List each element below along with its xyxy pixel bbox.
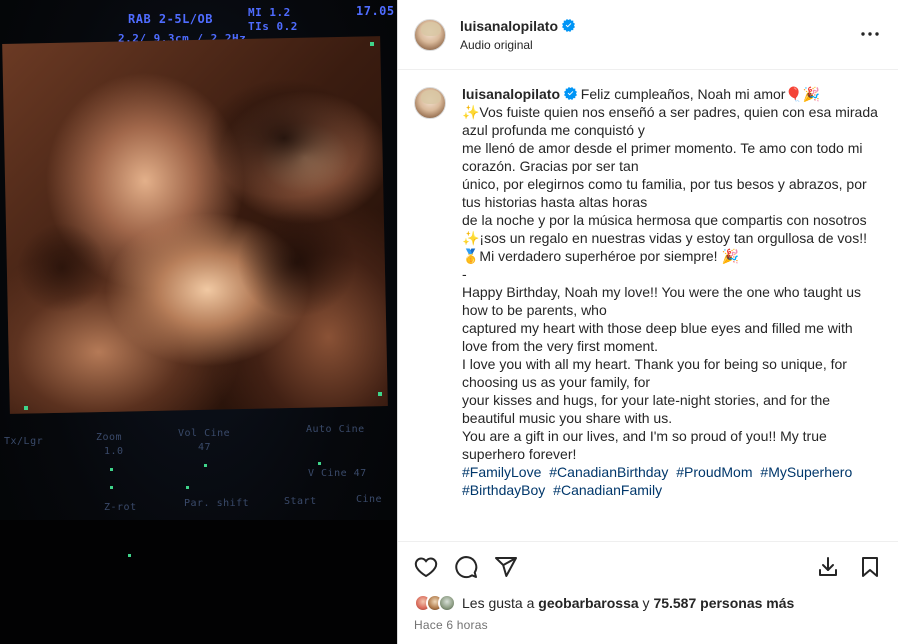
hashtag-link[interactable]: #CanadianBirthday <box>549 464 668 480</box>
caption-line: Happy Birthday, Noah my love!! You were … <box>462 284 861 318</box>
likes-and: y <box>642 595 650 611</box>
likes-prefix: Les gusta a <box>462 595 535 611</box>
scan-label-mi: MI 1.2 <box>248 6 291 19</box>
hashtag-link[interactable]: #ProudMom <box>676 464 752 480</box>
scan-dot <box>186 486 189 489</box>
post-header: luisanalopilato Audio original <box>398 0 898 70</box>
post-caption: luisanalopilato Feliz cumpleaños, Noah m… <box>462 85 882 540</box>
author-username[interactable]: luisanalopilato <box>460 18 558 34</box>
hashtag-link[interactable]: #CanadianFamily <box>553 482 662 498</box>
author-row: luisanalopilato <box>460 18 576 34</box>
scan-dot <box>128 554 131 557</box>
heart-icon[interactable] <box>412 553 440 581</box>
hashtag-link[interactable]: #MySuperhero <box>760 464 852 480</box>
caption-line: - <box>462 266 467 282</box>
scan-control-area <box>0 520 397 644</box>
scan-control-volcine: Vol Cine <box>178 428 231 439</box>
more-options-icon[interactable] <box>858 22 882 46</box>
scan-label-tis: TIs 0.2 <box>248 20 298 33</box>
scan-control-autocine: Auto Cine <box>306 424 365 435</box>
scan-control-start: Start <box>284 496 317 507</box>
caption-line: your kisses and hugs, for your late-nigh… <box>462 392 831 426</box>
hashtag-list: #FamilyLove #CanadianBirthday #ProudMom … <box>462 463 882 499</box>
ultrasound-3d-image <box>2 36 388 414</box>
verified-badge-icon <box>563 87 577 100</box>
bookmark-icon[interactable] <box>856 553 884 581</box>
scan-dot <box>110 468 113 471</box>
caption-username[interactable]: luisanalopilato <box>462 86 560 102</box>
hashtag-link[interactable]: #BirthdayBoy <box>462 482 545 498</box>
scan-label-time: 17.05 <box>356 4 395 18</box>
comment-icon[interactable] <box>452 553 480 581</box>
caption-line: de la noche y por la música hermosa que … <box>462 212 867 228</box>
hashtag-link[interactable]: #FamilyLove <box>462 464 541 480</box>
caption-section: luisanalopilato Feliz cumpleaños, Noah m… <box>398 71 898 540</box>
instagram-post-view: RAB 2-5L/OB MI 1.2 17.05 2.2/ 9.3cm / 2.… <box>0 0 898 644</box>
scan-corner-marker <box>370 42 374 46</box>
scan-dot <box>110 486 113 489</box>
caption-first-line: luisanalopilato Feliz cumpleaños, Noah m… <box>462 85 882 103</box>
liker-avatar[interactable] <box>438 594 456 612</box>
post-timestamp[interactable]: Hace 6 horas <box>414 618 488 632</box>
likes-summary: Les gusta a geobarbarossa y 75.587 perso… <box>414 594 794 612</box>
post-sidebar: luisanalopilato Audio original luisanalo… <box>397 0 898 644</box>
post-actions-bar <box>398 541 898 591</box>
scan-control-cine: Cine <box>356 494 383 505</box>
scan-control-parshift: Par. shift <box>184 498 250 509</box>
caption-line: único, por elegirnos como tu familia, po… <box>462 176 867 210</box>
caption-line: 🥇Mi verdadero superhéroe por siempre! 🎉 <box>462 248 739 264</box>
scan-label-probe: RAB 2-5L/OB <box>128 12 213 26</box>
download-icon[interactable] <box>814 553 842 581</box>
caption-line: I love you with all my heart. Thank you … <box>462 356 847 390</box>
scan-corner-marker <box>24 406 28 410</box>
scan-control-zrot: Z-rot <box>104 502 137 513</box>
scan-dot <box>318 462 321 465</box>
scan-dot <box>204 464 207 467</box>
caption-first-text: Feliz cumpleaños, Noah mi amor🎈🎉 <box>580 86 821 102</box>
liker-avatars <box>414 594 456 612</box>
share-icon[interactable] <box>492 553 520 581</box>
post-actions-right <box>814 553 884 581</box>
caption-line: ✨¡sos un regalo en nuestras vidas y esto… <box>462 230 867 246</box>
scan-control-label: Tx/Lgr <box>4 436 44 447</box>
author-info: luisanalopilato Audio original <box>460 18 576 52</box>
caption-author-avatar[interactable] <box>414 87 446 119</box>
scan-control-vcine: V Cine 47 <box>308 468 367 479</box>
audio-label[interactable]: Audio original <box>460 38 575 52</box>
likes-count[interactable]: 75.587 personas más <box>653 595 794 611</box>
post-media[interactable]: RAB 2-5L/OB MI 1.2 17.05 2.2/ 9.3cm / 2.… <box>0 0 397 644</box>
caption-line: You are a gift in our lives, and I'm so … <box>462 428 827 462</box>
liker-username[interactable]: geobarbarossa <box>538 595 638 611</box>
verified-badge-icon <box>562 19 576 32</box>
caption-line: ✨Vos fuiste quien nos enseñó a ser padre… <box>462 104 878 138</box>
caption-line: captured my heart with those deep blue e… <box>462 320 853 354</box>
author-avatar[interactable] <box>414 18 446 51</box>
caption-line: me llenó de amor desde el primer momento… <box>462 140 863 174</box>
scan-control-zoom-value: 1.0 <box>104 446 124 457</box>
scan-corner-marker <box>378 392 382 396</box>
scan-control-zoom: Zoom <box>96 432 123 443</box>
scan-control-volcine-value: 47 <box>198 442 212 453</box>
